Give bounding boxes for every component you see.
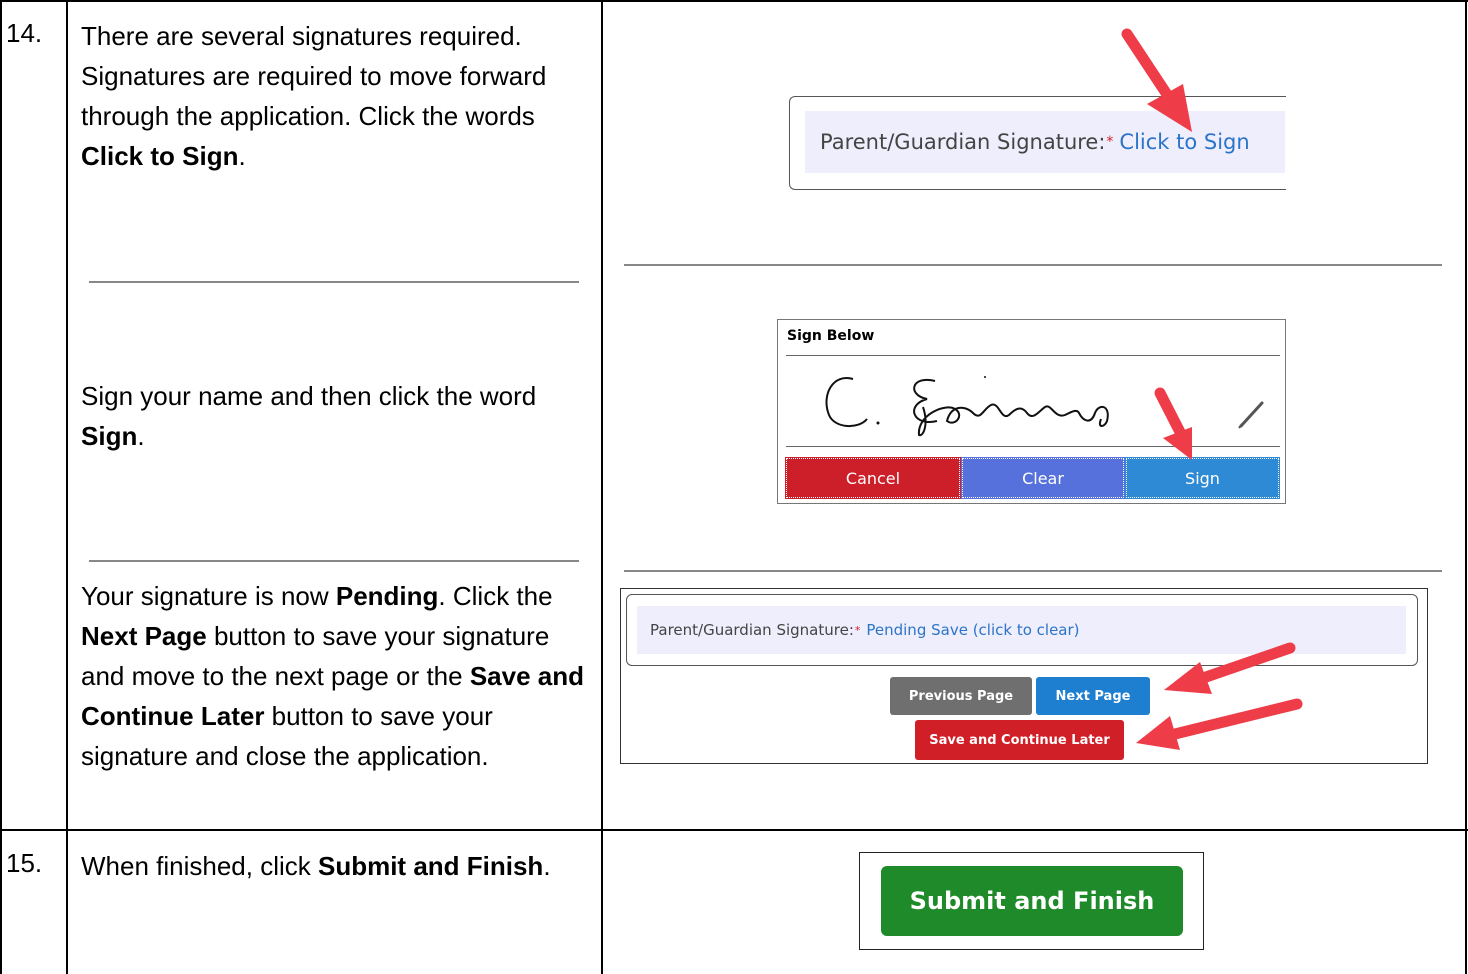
instruction-emphasis: Sign xyxy=(81,421,138,451)
pencil-icon xyxy=(1238,401,1264,429)
instruction-text-segment: Your signature is now xyxy=(81,581,336,611)
row-divider xyxy=(0,829,1468,831)
previous-page-button[interactable]: Previous Page xyxy=(890,677,1032,715)
signature-field-label: Parent/Guardian Signature: xyxy=(820,130,1106,154)
submit-and-finish-button[interactable]: Submit and Finish xyxy=(881,866,1183,936)
column-divider-2 xyxy=(601,0,603,974)
handwritten-signature xyxy=(825,376,1109,437)
instruction-text: Sign your name and then click the word S… xyxy=(81,376,591,456)
instruction-text-segment: . xyxy=(543,851,551,881)
instruction-emphasis: Submit and Finish xyxy=(317,851,544,881)
step-number: 15. xyxy=(6,848,43,878)
required-marker: * xyxy=(854,623,861,637)
instruction-text-segment: . xyxy=(137,421,145,451)
instruction-text-segment: When finished, click xyxy=(81,851,318,881)
section-divider xyxy=(624,264,1442,266)
instruction-text-segment: Sign your name and then click the word xyxy=(81,381,537,411)
table-border-right xyxy=(1465,0,1467,974)
sign-button[interactable]: Sign xyxy=(1125,457,1280,499)
signature-pad-header: Sign Below xyxy=(787,328,875,344)
instruction-text: There are several signatures required. S… xyxy=(81,16,591,176)
instruction-text-segment: . Click the xyxy=(438,581,553,611)
table-border-left xyxy=(0,0,2,974)
pending-save-link[interactable]: Pending Save (click to clear) xyxy=(866,621,1079,639)
click-to-sign-link[interactable]: Click to Sign xyxy=(1119,130,1249,154)
instruction-emphasis: Click to Sign xyxy=(81,141,239,171)
signature-field-row: Parent/Guardian Signature: * Click to Sign xyxy=(805,111,1285,173)
instruction-emphasis: Pending xyxy=(335,581,439,611)
instruction-text: When finished, click Submit and Finish. xyxy=(81,846,591,886)
instruction-text-segment: . xyxy=(238,141,246,171)
pad-divider xyxy=(786,446,1280,447)
signature-field-label: Parent/Guardian Signature: xyxy=(650,621,854,639)
column-divider-1 xyxy=(66,0,68,974)
instruction-text: Your signature is now Pending. Click the… xyxy=(81,576,586,776)
required-marker: * xyxy=(1106,134,1114,150)
section-divider xyxy=(89,281,579,283)
pad-divider xyxy=(786,355,1280,356)
next-page-button[interactable]: Next Page xyxy=(1036,677,1150,715)
pending-field-row: Parent/Guardian Signature: * Pending Save … xyxy=(637,606,1406,654)
cancel-button[interactable]: Cancel xyxy=(785,457,961,499)
instruction-text-segment: There are several signatures required. S… xyxy=(81,21,547,131)
section-divider xyxy=(624,570,1442,572)
table-border-top xyxy=(0,0,1468,2)
instruction-emphasis: Next Page xyxy=(81,621,207,651)
clear-button[interactable]: Clear xyxy=(961,457,1125,499)
field-edge-cover xyxy=(1286,94,1326,194)
section-divider xyxy=(89,560,579,562)
step-number: 14. xyxy=(6,18,43,48)
save-and-continue-later-button[interactable]: Save and Continue Later xyxy=(915,720,1124,760)
